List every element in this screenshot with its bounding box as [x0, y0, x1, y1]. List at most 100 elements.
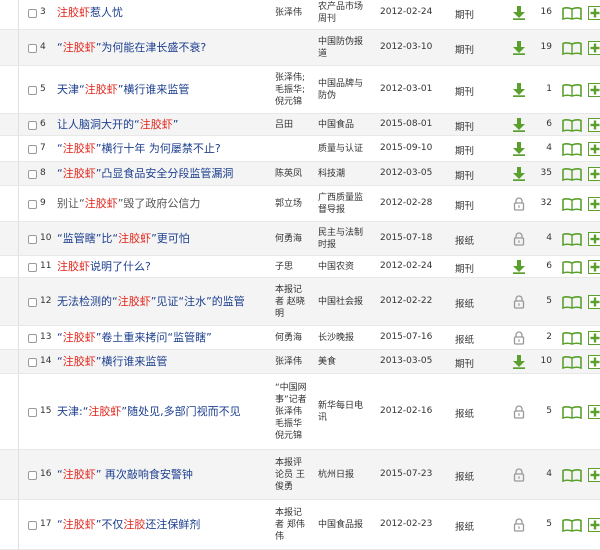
- publish-date: 2012-02-22: [380, 296, 432, 306]
- plus-icon[interactable]: [588, 197, 600, 211]
- download-arrow-icon[interactable]: [512, 142, 526, 156]
- source-link[interactable]: 质量与认证: [318, 143, 368, 155]
- open-book-icon[interactable]: [562, 356, 582, 369]
- article-title-link[interactable]: 注胶虾说明了什么?: [57, 260, 265, 274]
- source-link[interactable]: 美食: [318, 356, 368, 368]
- article-title-link[interactable]: “注胶虾”横行谁来监管: [57, 355, 265, 369]
- title-text: 天津“: [57, 83, 85, 96]
- open-book-icon[interactable]: [562, 233, 582, 246]
- row-checkbox[interactable]: [28, 471, 37, 480]
- table-row: 14“注胶虾”横行谁来监管张泽伟美食2013-03-05期刊10: [0, 350, 600, 374]
- plus-icon[interactable]: [588, 518, 600, 532]
- article-title-link[interactable]: “注胶虾”为何能在津长盛不衰?: [57, 41, 265, 55]
- open-book-icon[interactable]: [562, 519, 582, 532]
- open-book-icon[interactable]: [562, 198, 582, 211]
- plus-icon[interactable]: [588, 405, 600, 419]
- open-book-icon[interactable]: [562, 84, 582, 97]
- source-link[interactable]: 中国防伪报道: [318, 36, 368, 60]
- publish-date: 2012-03-10: [380, 42, 432, 52]
- article-title-link[interactable]: 别让“注胶虾”毁了政府公信力: [57, 197, 265, 211]
- plus-icon[interactable]: [588, 331, 600, 345]
- keyword-highlight: 注胶虾: [118, 295, 151, 308]
- plus-icon[interactable]: [588, 142, 600, 156]
- row-number: 3: [40, 7, 46, 17]
- row-checkbox[interactable]: [28, 9, 37, 18]
- article-title-link[interactable]: “注胶虾”卷土重来拷问“监管瞎”: [57, 331, 265, 345]
- row-checkbox[interactable]: [28, 145, 37, 154]
- open-book-icon[interactable]: [562, 332, 582, 345]
- plus-icon[interactable]: [588, 468, 600, 482]
- row-left-border: [18, 326, 19, 349]
- article-title-link[interactable]: “注胶虾”不仅注胶还注保鲜剂: [57, 518, 265, 532]
- lock-icon: [512, 518, 526, 532]
- download-arrow-icon[interactable]: [512, 167, 526, 181]
- open-book-icon[interactable]: [562, 406, 582, 419]
- row-left-border: [18, 278, 19, 325]
- title-text: 还注保鲜剂: [145, 518, 200, 531]
- download-arrow-icon[interactable]: [512, 83, 526, 97]
- article-title-link[interactable]: 天津“注胶虾”横行谁来监管: [57, 83, 265, 97]
- publication-type: 期刊: [455, 7, 474, 21]
- plus-icon[interactable]: [588, 295, 600, 309]
- row-checkbox[interactable]: [28, 334, 37, 343]
- open-book-icon[interactable]: [562, 296, 582, 309]
- article-title-link[interactable]: “监管瞎”比“注胶虾”更可怕: [57, 232, 265, 246]
- source-link[interactable]: 中国社会报: [318, 296, 368, 308]
- source-line: 新华每日电: [318, 400, 368, 412]
- source-link[interactable]: 科技潮: [318, 168, 368, 180]
- source-link[interactable]: 民主与法制时报: [318, 227, 368, 251]
- download-arrow-icon[interactable]: [512, 6, 526, 20]
- open-book-icon[interactable]: [562, 42, 582, 55]
- download-arrow-icon[interactable]: [512, 355, 526, 369]
- plus-icon[interactable]: [588, 232, 600, 246]
- open-book-icon[interactable]: [562, 168, 582, 181]
- row-checkbox[interactable]: [28, 235, 37, 244]
- row-checkbox[interactable]: [28, 86, 37, 95]
- open-book-icon[interactable]: [562, 119, 582, 132]
- open-book-icon[interactable]: [562, 261, 582, 274]
- publish-date: 2012-02-24: [380, 261, 432, 271]
- article-title-link[interactable]: “注胶虾” 再次敲响食安警钟: [57, 468, 265, 482]
- plus-icon[interactable]: [588, 41, 600, 55]
- row-checkbox[interactable]: [28, 121, 37, 130]
- row-checkbox[interactable]: [28, 263, 37, 272]
- source-link[interactable]: 杭州日报: [318, 469, 368, 481]
- download-arrow-icon[interactable]: [512, 41, 526, 55]
- row-checkbox[interactable]: [28, 358, 37, 367]
- source-link[interactable]: 长沙晚报: [318, 332, 368, 344]
- plus-icon[interactable]: [588, 6, 600, 20]
- article-title-link[interactable]: 注胶虾惹人忧: [57, 6, 265, 20]
- plus-icon[interactable]: [588, 260, 600, 274]
- source-link[interactable]: 中国食品: [318, 119, 368, 131]
- download-arrow-icon[interactable]: [512, 118, 526, 132]
- plus-icon[interactable]: [588, 355, 600, 369]
- article-title-link[interactable]: “注胶虾”横行十年 为何屡禁不止?: [57, 142, 265, 156]
- download-count: 4: [534, 233, 552, 243]
- article-title-link[interactable]: “注胶虾”凸显食品安全分段监管漏洞: [57, 167, 265, 181]
- row-checkbox[interactable]: [28, 408, 37, 417]
- article-title-link[interactable]: 让人脑洞大开的“注胶虾”: [57, 118, 265, 132]
- source-link[interactable]: 中国食品报: [318, 519, 368, 531]
- source-link[interactable]: 新华每日电讯: [318, 400, 368, 424]
- plus-icon[interactable]: [588, 83, 600, 97]
- row-checkbox[interactable]: [28, 200, 37, 209]
- article-title-link[interactable]: 无法检测的“注胶虾”见证“注水”的监管: [57, 295, 265, 309]
- row-checkbox[interactable]: [28, 521, 37, 530]
- open-book-icon[interactable]: [562, 7, 582, 20]
- plus-icon[interactable]: [588, 118, 600, 132]
- source-link[interactable]: 农产品市场周刊: [318, 1, 368, 25]
- open-book-icon[interactable]: [562, 469, 582, 482]
- source-link[interactable]: 中国品牌与防伪: [318, 78, 368, 102]
- table-row: 12无法检测的“注胶虾”见证“注水”的监管本报记者 赵晓明中国社会报2012-0…: [0, 278, 600, 326]
- row-checkbox[interactable]: [28, 298, 37, 307]
- source-line: 周刊: [318, 13, 368, 25]
- source-link[interactable]: 中国农资: [318, 261, 368, 273]
- row-checkbox[interactable]: [28, 44, 37, 53]
- article-title-link[interactable]: 天津:“注胶虾”随处见,多部门视而不见: [57, 405, 265, 419]
- download-arrow-icon[interactable]: [512, 260, 526, 274]
- row-checkbox[interactable]: [28, 170, 37, 179]
- plus-icon[interactable]: [588, 167, 600, 181]
- source-link[interactable]: 广西质量监督导报: [318, 192, 368, 216]
- title-text: ”凸显食品安全分段监管漏洞: [96, 167, 234, 180]
- open-book-icon[interactable]: [562, 143, 582, 156]
